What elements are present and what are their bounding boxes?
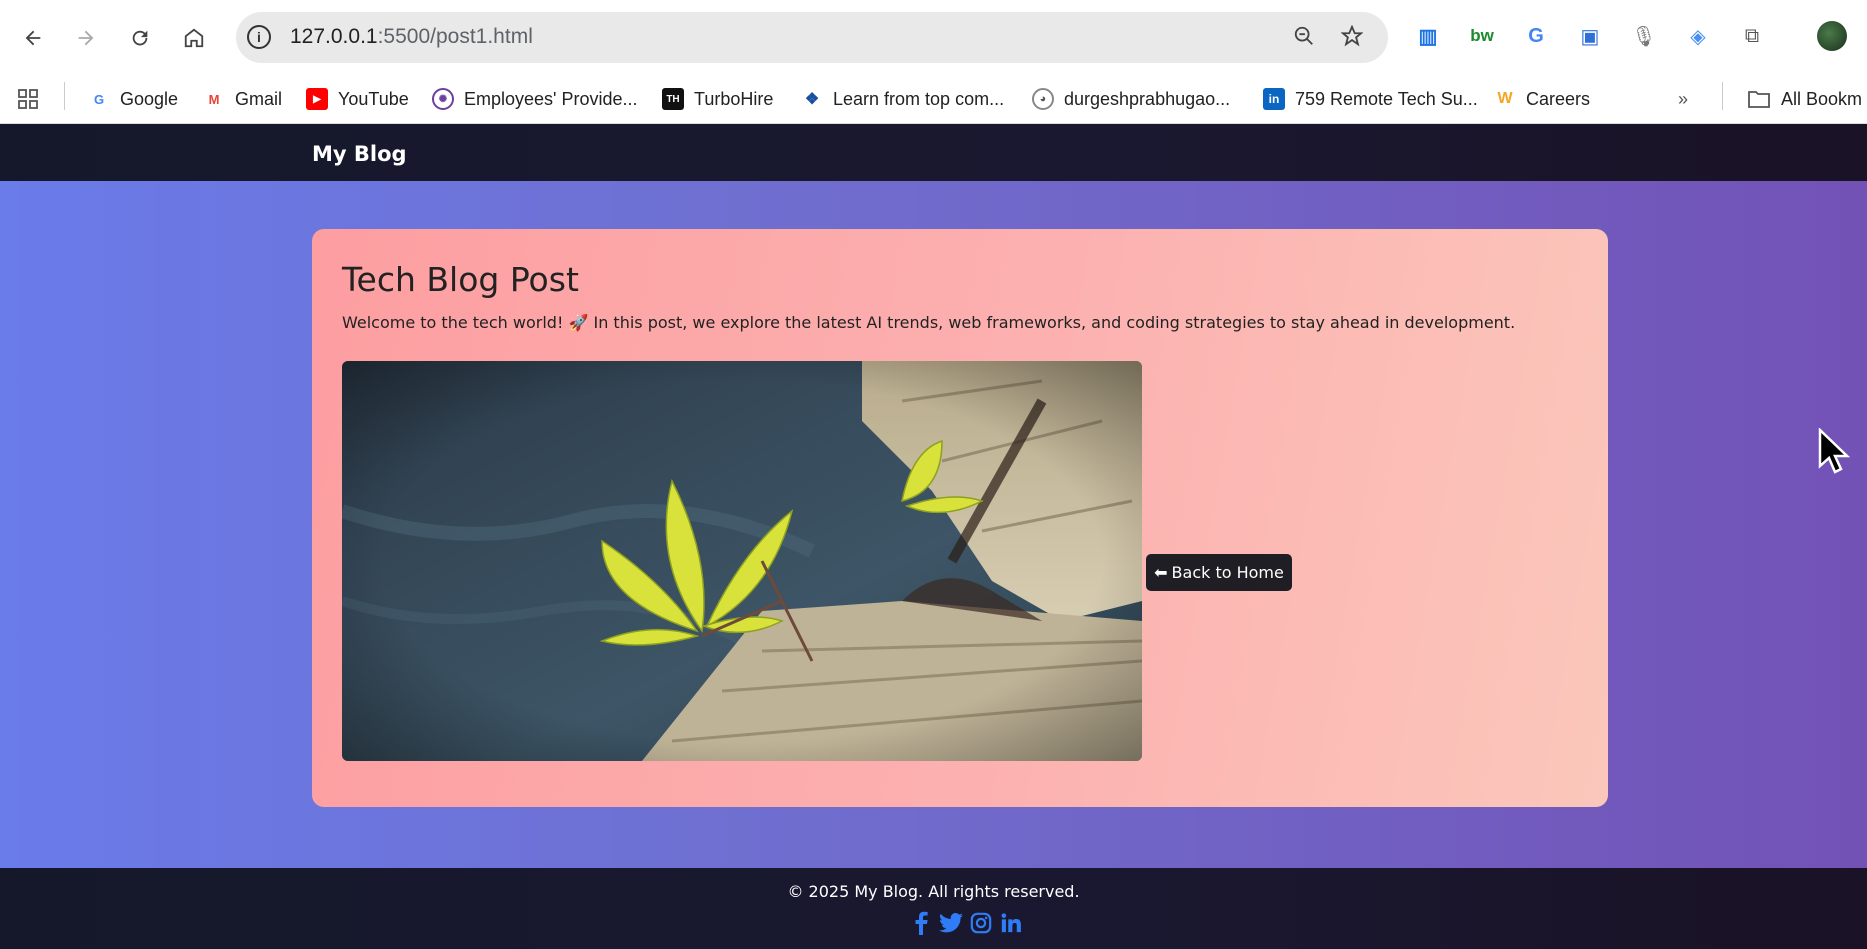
bookmark-star-icon[interactable] bbox=[1336, 20, 1368, 52]
back-to-home-button[interactable]: ⬅ Back to Home bbox=[1146, 554, 1292, 591]
extension-p-icon[interactable]: ◈ bbox=[1682, 20, 1714, 52]
reload-icon[interactable] bbox=[122, 20, 158, 56]
translate-icon[interactable]: G bbox=[1520, 20, 1552, 52]
browser-toolbar: i 127.0.0.1:5500/post1.html ▥ bw G ▣ 🎙 ◈… bbox=[0, 0, 1867, 76]
google-icon: G bbox=[93, 91, 105, 107]
arrow-left-icon: ⬅ bbox=[1154, 563, 1168, 582]
page-viewport: My Blog Tech Blog Post Welcome to the te… bbox=[0, 124, 1867, 949]
youtube-icon: ▶ bbox=[306, 88, 328, 110]
turbohire-icon: TH bbox=[662, 88, 684, 110]
bookmark-label: Learn from top com... bbox=[833, 88, 1005, 109]
github-icon: ◕ bbox=[1032, 88, 1054, 110]
learn-icon: ❖ bbox=[804, 91, 820, 108]
epfo-icon: ✺ bbox=[432, 88, 454, 110]
mouse-cursor-icon bbox=[1818, 427, 1851, 479]
extension-bw-icon[interactable]: bw bbox=[1466, 20, 1498, 52]
bookmark-epfo[interactable]: ✺ Employees' Provide... bbox=[432, 82, 638, 116]
url-path: :5500/post1.html bbox=[377, 25, 533, 48]
post-text: Welcome to the tech world! 🚀 In this pos… bbox=[342, 313, 1516, 332]
bookmark-label: Employees' Provide... bbox=[464, 88, 638, 109]
bookmark-label: durgeshprabhugao... bbox=[1064, 88, 1231, 109]
bookmark-learn[interactable]: ❖ Learn from top com... bbox=[801, 82, 1004, 116]
apps-grid-icon[interactable] bbox=[16, 82, 40, 116]
bookmark-linkedin[interactable]: in 759 Remote Tech Su... bbox=[1263, 82, 1478, 116]
bookmark-label: Gmail bbox=[235, 88, 283, 109]
linkedin-icon: in bbox=[1263, 88, 1285, 110]
site-footer: © 2025 My Blog. All rights reserved. bbox=[0, 868, 1867, 949]
post-title: Tech Blog Post bbox=[342, 260, 579, 299]
bookmark-youtube[interactable]: ▶ YouTube bbox=[306, 82, 409, 116]
all-bookmarks-label: All Bookm bbox=[1781, 88, 1863, 109]
url-host: 127.0.0.1 bbox=[290, 25, 378, 48]
back-to-home-label: Back to Home bbox=[1171, 563, 1284, 582]
bookmark-label: Google bbox=[120, 88, 179, 109]
bookmarks-divider bbox=[64, 82, 65, 110]
all-bookmarks[interactable]: All Bookm bbox=[1747, 82, 1862, 116]
site-brand[interactable]: My Blog bbox=[312, 142, 407, 166]
bookmark-label: 759 Remote Tech Su... bbox=[1295, 88, 1478, 109]
careers-icon: W bbox=[1497, 90, 1513, 107]
profile-avatar[interactable] bbox=[1816, 20, 1848, 52]
linkedin-icon[interactable] bbox=[998, 910, 1024, 936]
site-navbar: My Blog bbox=[0, 124, 1867, 181]
bookmark-google[interactable]: G Google bbox=[88, 82, 178, 116]
extensions-puzzle-icon[interactable]: ⧉ bbox=[1736, 20, 1768, 52]
home-icon[interactable] bbox=[176, 20, 212, 56]
post-image bbox=[342, 361, 1142, 761]
url-text[interactable]: 127.0.0.1:5500/post1.html bbox=[290, 25, 533, 49]
instagram-icon[interactable] bbox=[968, 910, 994, 936]
gmail-icon: M bbox=[208, 91, 220, 107]
extension-bars-icon[interactable]: ▥ bbox=[1412, 20, 1444, 52]
twitter-icon[interactable] bbox=[938, 910, 964, 936]
facebook-icon[interactable] bbox=[908, 910, 934, 936]
bookmark-turbohire[interactable]: TH TurboHire bbox=[662, 82, 773, 116]
footer-copyright: © 2025 My Blog. All rights reserved. bbox=[787, 882, 1080, 901]
bookmark-careers[interactable]: W Careers bbox=[1494, 82, 1590, 116]
bookmark-label: YouTube bbox=[338, 88, 409, 109]
bookmarks-overflow-icon[interactable]: » bbox=[1678, 82, 1688, 116]
site-info-icon[interactable]: i bbox=[247, 25, 271, 49]
bookmark-gmail[interactable]: M Gmail bbox=[203, 82, 282, 116]
back-arrow-icon[interactable] bbox=[15, 20, 51, 56]
folder-icon bbox=[1748, 91, 1770, 108]
extension-docs-icon[interactable]: ▣ bbox=[1574, 20, 1606, 52]
bookmarks-divider bbox=[1722, 82, 1723, 110]
social-links bbox=[908, 910, 1024, 936]
zoom-icon[interactable] bbox=[1288, 20, 1320, 52]
bookmark-label: TurboHire bbox=[694, 88, 774, 109]
post-card: Tech Blog Post Welcome to the tech world… bbox=[312, 229, 1608, 807]
bookmark-label: Careers bbox=[1526, 88, 1591, 109]
bookmark-github[interactable]: ◕ durgeshprabhugao... bbox=[1032, 82, 1230, 116]
microphone-icon[interactable]: 🎙 bbox=[1628, 20, 1660, 52]
forward-arrow-icon[interactable] bbox=[68, 20, 104, 56]
